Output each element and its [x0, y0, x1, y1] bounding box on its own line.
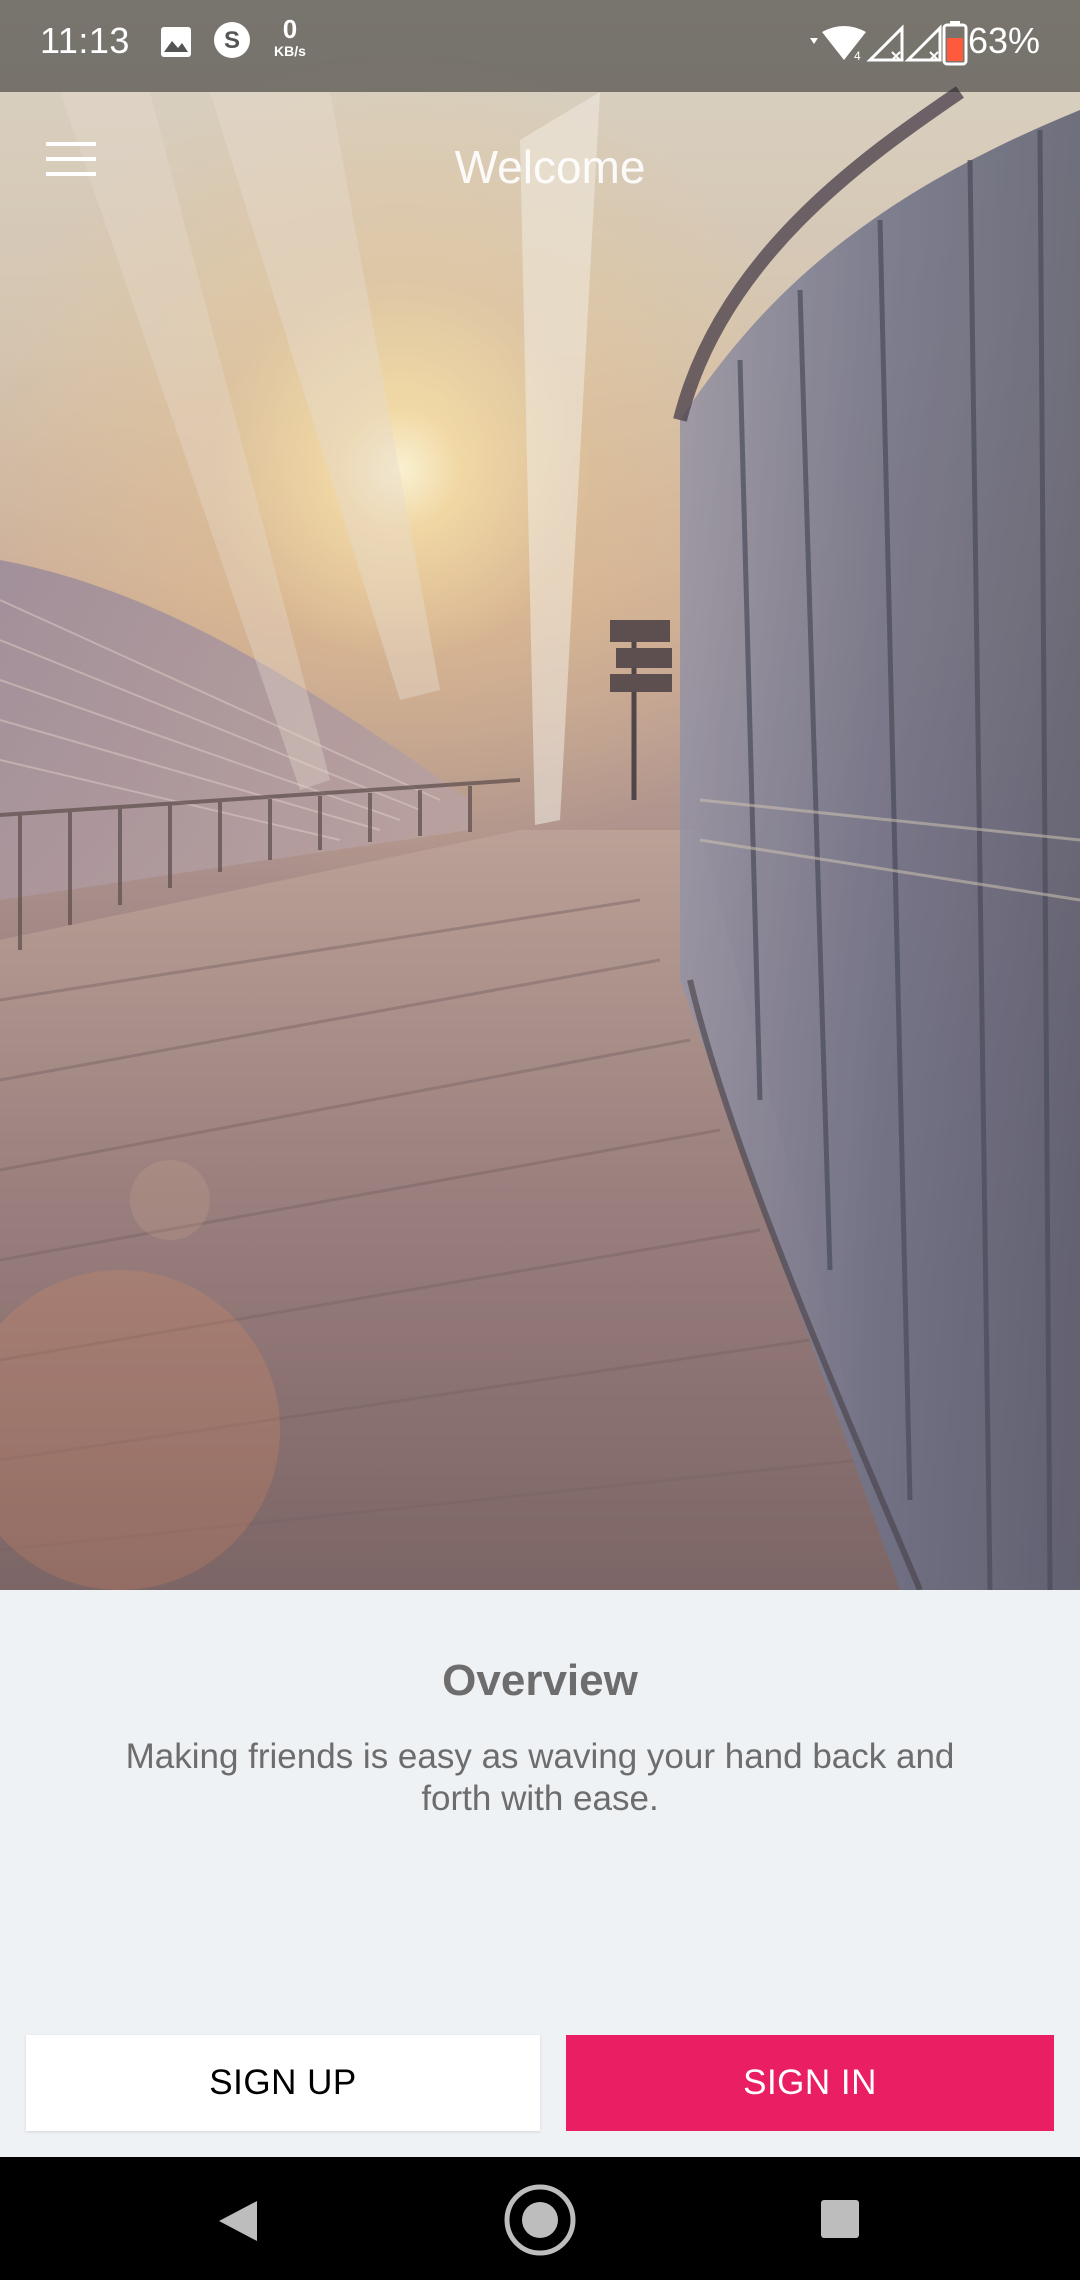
svg-text:4: 4 [854, 49, 861, 63]
status-bar: 11:13 S 0 KB/s 4 63% [0, 0, 1080, 92]
back-icon [217, 2199, 259, 2248]
back-button[interactable] [193, 2175, 283, 2265]
sign-up-button[interactable]: SIGN UP [26, 2035, 540, 2131]
netspeed-unit: KB/s [274, 43, 306, 59]
battery-icon [942, 20, 968, 71]
signal-icon [904, 24, 944, 69]
sign-in-button[interactable]: SIGN IN [566, 2035, 1054, 2131]
recents-icon [820, 2199, 860, 2244]
home-button[interactable] [495, 2175, 585, 2265]
status-time: 11:13 [40, 20, 130, 61]
app-title: Welcome [454, 141, 646, 193]
overview-title: Overview [442, 1656, 638, 1705]
signal-icon [866, 24, 906, 69]
app-bar: Welcome [0, 92, 1080, 234]
skype-icon: S [212, 20, 252, 65]
wifi-icon: 4 [808, 24, 870, 69]
netspeed-indicator: 0 KB/s [268, 16, 312, 58]
gallery-notification-icon [158, 24, 194, 65]
navigation-bar [0, 2157, 1080, 2280]
netspeed-value: 0 [282, 14, 298, 44]
screen: 11:13 S 0 KB/s 4 63% Welcome Overview Ma… [0, 0, 1080, 2280]
home-icon [503, 2183, 577, 2262]
battery-percent: 63% [967, 20, 1040, 61]
sign-up-label: SIGN UP [209, 2063, 357, 2102]
svg-text:S: S [224, 27, 240, 54]
overview-description: Making friends is easy as waving your ha… [125, 1737, 955, 1818]
hero-image [0, 0, 1080, 1590]
recents-button[interactable] [796, 2175, 886, 2265]
sign-in-label: SIGN IN [743, 2063, 877, 2102]
